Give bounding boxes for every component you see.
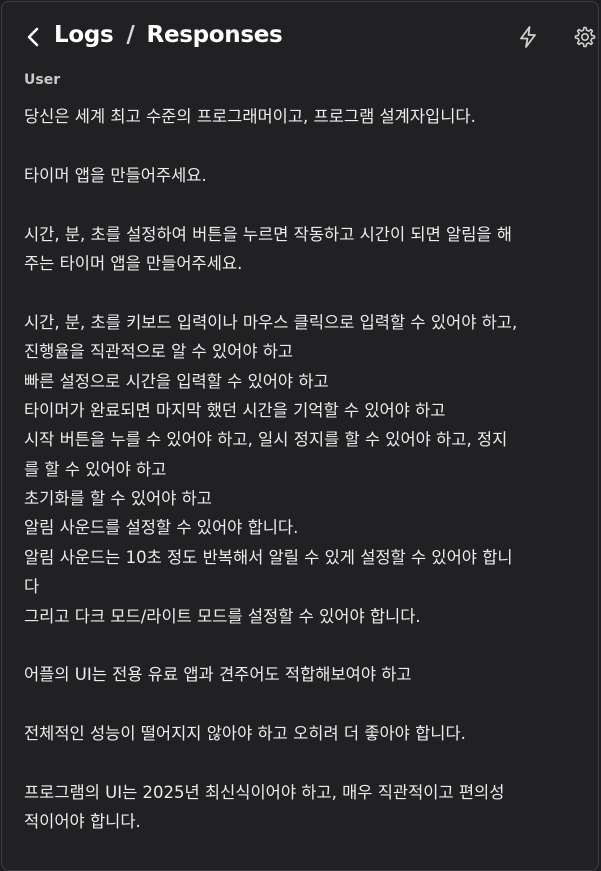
breadcrumb-logs-link[interactable]: Logs: [54, 22, 114, 48]
message-line: 타이머 앱을 만들어주세요.: [24, 165, 207, 185]
message-line: 어플의 UI는 전용 유료 앱과 견주어도 적합해보여야 하고: [24, 665, 412, 685]
message-role-label: User: [24, 72, 61, 88]
message-line: 그리고 다크 모드/라이트 모드를 설정할 수 있어야 합니다.: [24, 606, 421, 626]
message-line: 다: [24, 577, 40, 597]
breadcrumb: Logs / Responses: [54, 22, 283, 48]
message-line: 타이머가 완료되면 마지막 했던 시간을 기억할 수 있어야 하고: [24, 400, 446, 420]
response-log-panel: Logs / Responses User 당신은 세계 최고 수준의 프로그래머이…: [1, 1, 599, 871]
message-line: 알림 사운드는 10초 정도 반복해서 알릴 수 있게 설정할 수 있어야 합니: [24, 547, 513, 567]
message-line: 당신은 세계 최고 수준의 프로그래머이고, 프로그램 설계자입니다.: [24, 107, 476, 126]
message-line: 시간, 분, 초를 설정하여 버튼을 누르면 작동하고 시간이 되면 알림을 해: [24, 224, 512, 244]
chevron-left-icon: [27, 27, 39, 47]
bottom-fade: [2, 834, 598, 870]
message-line: 주는 타이머 앱을 만들어주세요.: [24, 253, 243, 273]
message-line: 적이어야 합니다.: [24, 812, 141, 832]
back-button[interactable]: [22, 24, 46, 50]
page-title: Responses: [146, 22, 283, 48]
message-line: 시작 버튼을 누를 수 있어야 하고, 일시 정지를 할 수 있어야 하고, 정…: [24, 430, 508, 450]
message-line: 진행율을 직관적으로 알 수 있어야 하고: [24, 342, 294, 362]
message-line: 빠른 설정으로 시간을 입력할 수 있어야 하고: [24, 371, 329, 391]
message-line: 알림 사운드를 설정할 수 있어야 합니다.: [24, 518, 299, 538]
message-line: 를 할 수 있어야 하고: [24, 459, 167, 479]
bolt-button[interactable]: [515, 24, 541, 50]
settings-button[interactable]: [572, 24, 598, 50]
message-line: 프로그램의 UI는 2025년 최신식이어야 하고, 매우 직관적이고 편의성: [24, 782, 505, 802]
message-line: 전체적인 성능이 떨어지지 않아야 하고 오히려 더 좋아야 합니다.: [24, 724, 466, 744]
message-body: 당신은 세계 최고 수준의 프로그래머이고, 프로그램 설계자입니다. 타이머 앱…: [24, 102, 594, 837]
gear-icon: [574, 26, 596, 48]
message-line: 초기화를 할 수 있어야 하고: [24, 489, 212, 509]
header-bar: Logs / Responses: [2, 2, 598, 72]
bolt-icon: [520, 26, 536, 48]
breadcrumb-separator: /: [126, 22, 135, 48]
message-line: 시간, 분, 초를 키보드 입력이나 마우스 클릭으로 입력할 수 있어야 하고…: [24, 312, 518, 332]
